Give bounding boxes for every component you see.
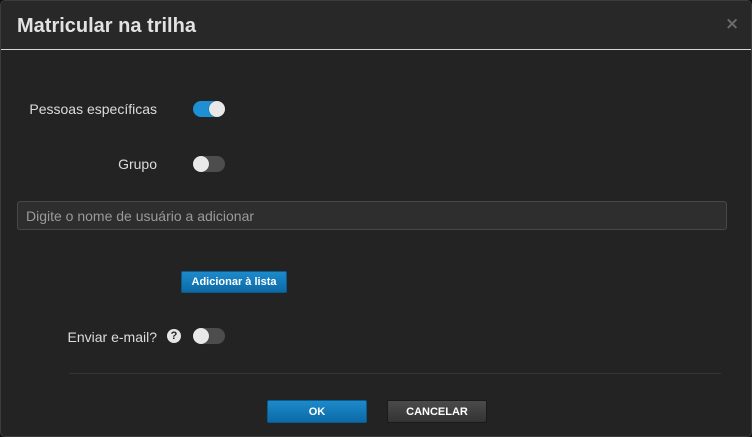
- close-icon[interactable]: ×: [725, 16, 739, 33]
- group-toggle[interactable]: [193, 156, 225, 172]
- question-circle-icon[interactable]: ?: [167, 329, 181, 343]
- dialog-header: Matricular na trilha ×: [1, 1, 751, 50]
- toggle-knob: [209, 101, 225, 117]
- dialog-title: Matricular na trilha: [17, 15, 196, 37]
- add-to-list-button[interactable]: Adicionar à lista: [181, 271, 287, 293]
- group-label: Grupo: [118, 156, 157, 172]
- footer-divider: [69, 373, 721, 374]
- specific-people-label: Pessoas específicas: [29, 101, 157, 117]
- send-email-toggle[interactable]: [193, 328, 225, 344]
- cancel-button[interactable]: CANCELAR: [387, 400, 487, 423]
- specific-people-toggle[interactable]: [193, 101, 225, 117]
- toggle-knob: [193, 156, 209, 172]
- username-input[interactable]: [17, 201, 727, 230]
- enroll-dialog: Matricular na trilha × Pessoas específic…: [0, 0, 752, 437]
- send-email-label: Enviar e-mail?: [67, 329, 157, 345]
- ok-button[interactable]: OK: [267, 400, 367, 423]
- toggle-knob: [193, 328, 209, 344]
